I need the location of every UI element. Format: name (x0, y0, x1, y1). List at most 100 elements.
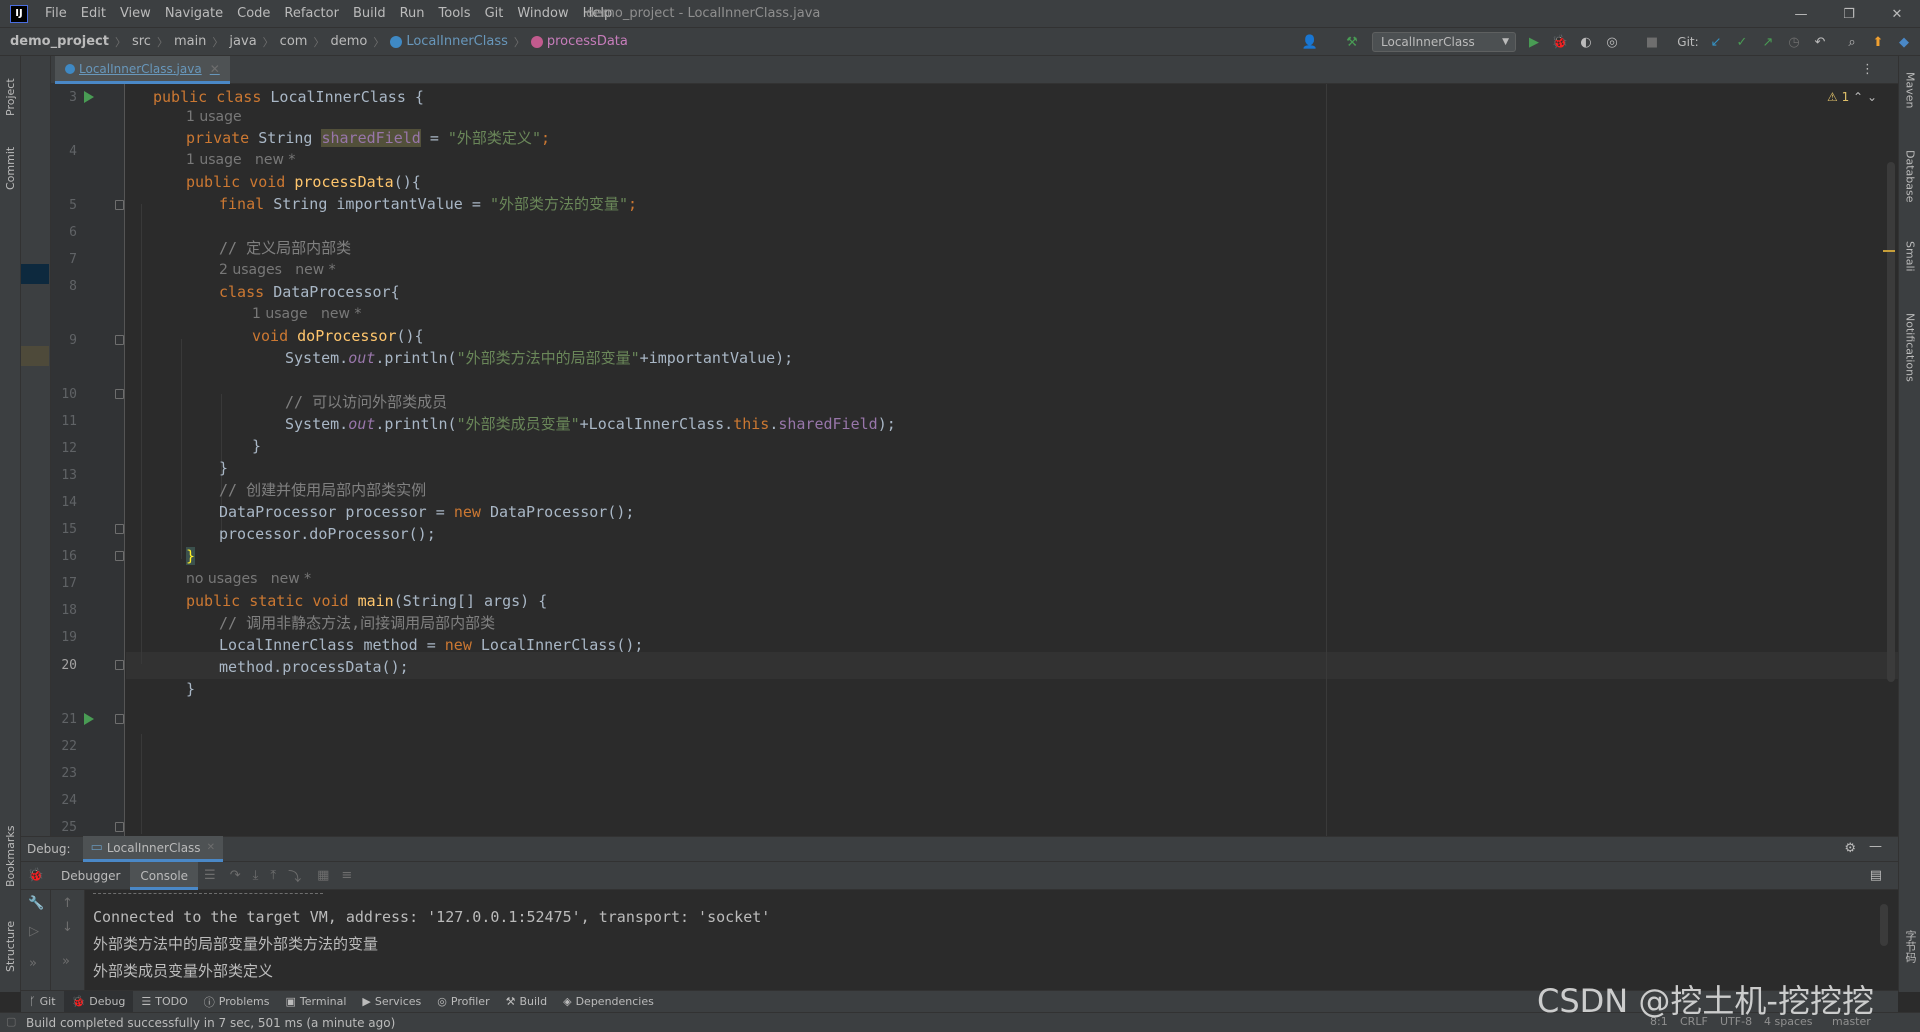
breadcrumb-src[interactable]: src (132, 34, 151, 49)
git-history-icon[interactable]: ◷ (1786, 34, 1802, 50)
tab-localinnerclass-java[interactable]: LocalInnerClass.java ✕ (55, 56, 230, 84)
stop-icon[interactable]: ■ (1644, 34, 1660, 50)
fold-icon[interactable] (115, 335, 124, 345)
step-into-icon[interactable]: ⤓ (253, 868, 259, 883)
tool-services[interactable]: ▶ Services (354, 991, 429, 1013)
chevron-up-icon[interactable]: ⌃ (1853, 90, 1863, 104)
project-selected-row[interactable] (21, 264, 49, 284)
ide-features-icon[interactable]: ◆ (1896, 34, 1912, 50)
console-scrollbar[interactable] (1880, 904, 1888, 946)
step-over-icon[interactable]: ↷ (230, 868, 241, 883)
evaluate-icon[interactable]: ▦ (317, 868, 329, 883)
fold-icon[interactable] (115, 389, 124, 399)
code-editor[interactable]: 3 4 5 6 7 8 9 10 11 12 13 14 15 16 17 18… (51, 84, 1898, 836)
close-session-icon[interactable]: ✕ (207, 842, 215, 853)
restore-button[interactable]: ❐ (1826, 0, 1872, 28)
debug-icon[interactable]: 🐞 (1552, 34, 1568, 50)
tool-todo[interactable]: ☰ TODO (133, 991, 195, 1013)
git-update-icon[interactable]: ↙ (1708, 34, 1724, 50)
breadcrumb-demo[interactable]: demo (330, 34, 367, 49)
search-icon[interactable]: ⌕ (1844, 34, 1860, 50)
tool-git[interactable]: ᚴ Git (21, 991, 64, 1013)
breadcrumb-method[interactable]: processData (547, 34, 628, 49)
fold-icon[interactable] (115, 524, 124, 534)
gear-icon[interactable]: ⚙ (1844, 841, 1856, 856)
run-gutter-icon[interactable] (84, 91, 94, 103)
fold-icon[interactable] (115, 660, 124, 670)
run-to-cursor-icon[interactable]: ⤵ (288, 866, 301, 885)
menu-navigate[interactable]: Navigate (158, 0, 230, 28)
run-icon[interactable]: ▶ (1526, 34, 1542, 50)
breadcrumb-main[interactable]: main (174, 34, 206, 49)
menu-file[interactable]: File (38, 0, 74, 28)
warning-marker[interactable] (1883, 250, 1895, 252)
close-tab-icon[interactable]: ✕ (210, 62, 220, 76)
fold-icon[interactable] (115, 551, 124, 561)
more-tabs-icon[interactable]: ⋮ (1861, 62, 1874, 77)
tool-problems[interactable]: ⓘ Problems (196, 991, 278, 1013)
bookmarks-tool-tab[interactable]: Bookmarks (0, 816, 21, 896)
notifications-tool-tab[interactable]: Notifications (1899, 292, 1920, 402)
structure-tool-tab[interactable]: Structure (0, 906, 21, 986)
tab-debugger[interactable]: Debugger (51, 862, 130, 890)
arrow-down-icon[interactable]: ↓ (62, 920, 73, 935)
step-out-icon[interactable]: ⤒ (270, 868, 276, 883)
resume-icon[interactable]: ▷ (29, 924, 39, 939)
updates-icon[interactable]: ⬆ (1870, 34, 1886, 50)
breadcrumb-class[interactable]: LocalInnerClass (406, 34, 508, 49)
warning-indicator[interactable]: ⚠ 1 ⌃ ⌄ (1827, 90, 1877, 104)
project-tool-tab[interactable]: Project (0, 62, 21, 132)
git-push-icon[interactable]: ↗ (1760, 34, 1776, 50)
wrench-icon[interactable]: 🔧 (28, 896, 44, 911)
run-gutter-icon[interactable] (84, 713, 94, 725)
menu-lines-icon[interactable]: ☰ (204, 868, 216, 883)
menu-git[interactable]: Git (478, 0, 511, 28)
fold-icon[interactable] (115, 200, 124, 210)
breadcrumb-com[interactable]: com (280, 34, 308, 49)
menu-build[interactable]: Build (346, 0, 393, 28)
run-configuration-select[interactable]: LocalInnerClass ▼ (1372, 32, 1516, 52)
smali-tool-tab[interactable]: Smali (1899, 226, 1920, 286)
status-message[interactable]: Build completed successfully in 7 sec, 5… (26, 1016, 395, 1030)
tool-terminal[interactable]: ▣ Terminal (278, 991, 355, 1013)
breadcrumb-java[interactable]: java (229, 34, 256, 49)
build-hammer-icon[interactable]: ⚒ (1344, 34, 1360, 50)
fold-icon[interactable] (115, 714, 124, 724)
git-commit-icon[interactable]: ✓ (1734, 34, 1750, 50)
profile-icon[interactable]: ◎ (1604, 34, 1620, 50)
tool-dependencies[interactable]: ◈ Dependencies (555, 991, 662, 1013)
menu-refactor[interactable]: Refactor (277, 0, 346, 28)
more-actions-icon[interactable]: » (29, 956, 37, 971)
menu-view[interactable]: View (113, 0, 158, 28)
user-icon[interactable]: 👤 (1302, 34, 1318, 50)
maven-tool-tab[interactable]: Maven (1899, 60, 1920, 120)
rerun-debug-icon[interactable]: 🐞 (21, 868, 51, 883)
close-button[interactable]: ✕ (1874, 0, 1920, 28)
minimize-panel-icon[interactable]: — (1869, 839, 1882, 854)
git-rollback-icon[interactable]: ↶ (1812, 34, 1828, 50)
menu-run[interactable]: Run (393, 0, 432, 28)
bytecode-tool-tab[interactable]: 字节码 (1899, 916, 1920, 976)
commit-tool-tab[interactable]: Commit (0, 138, 21, 198)
tab-console[interactable]: Console (130, 861, 199, 890)
debug-session-tab[interactable]: ▭ LocalInnerClass ✕ (82, 836, 223, 862)
trace-icon[interactable]: ≡ (341, 868, 352, 883)
menu-edit[interactable]: Edit (74, 0, 113, 28)
toggle-panels-icon[interactable]: ▢ (6, 1015, 16, 1028)
debug-console[interactable]: Connected to the target VM, address: '12… (85, 890, 1898, 990)
project-highlight-row[interactable] (21, 346, 49, 366)
breadcrumb-project[interactable]: demo_project (10, 34, 109, 49)
tool-debug[interactable]: 🐞 Debug (63, 990, 134, 1013)
tool-profiler[interactable]: ◎ Profiler (429, 991, 497, 1013)
coverage-icon[interactable]: ◐ (1578, 34, 1594, 50)
layout-icon[interactable]: ▤ (1870, 868, 1882, 883)
chevron-down-icon[interactable]: ⌄ (1867, 90, 1877, 104)
database-tool-tab[interactable]: Database (1899, 136, 1920, 216)
minimize-button[interactable]: — (1778, 0, 1824, 28)
editor-scrollbar[interactable] (1887, 162, 1895, 682)
arrow-up-icon[interactable]: ↑ (62, 896, 73, 911)
fold-icon[interactable] (115, 822, 124, 832)
more-actions-icon[interactable]: » (62, 954, 70, 969)
menu-tools[interactable]: Tools (432, 0, 478, 28)
menu-code[interactable]: Code (230, 0, 277, 28)
